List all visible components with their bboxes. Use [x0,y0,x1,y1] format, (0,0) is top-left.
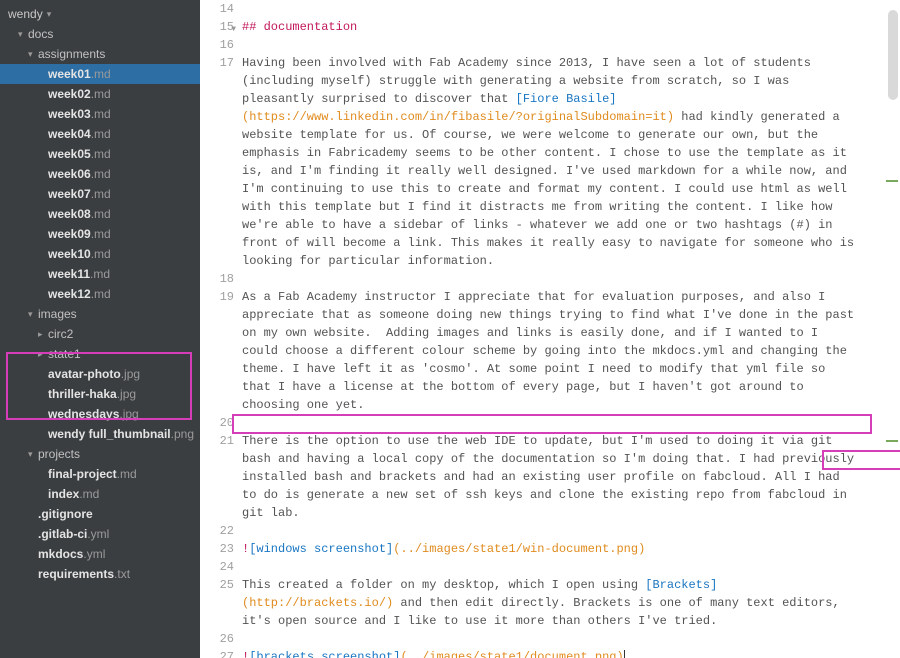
code-line-16[interactable] [242,36,860,54]
line-number: 26 [200,630,234,648]
sidebar-file-week07.md[interactable]: week07.md [0,184,200,204]
code-line-22[interactable] [242,522,860,540]
line-number-gutter: 1415▼16171819202122232425262728293031▼32… [200,0,242,658]
scroll-thumb[interactable] [888,10,898,100]
code-line-19[interactable]: As a Fab Academy instructor I appreciate… [242,288,860,414]
chevron-down-icon: ▾ [28,449,38,460]
code-editor[interactable]: 1415▼16171819202122232425262728293031▼32… [200,0,900,658]
sidebar-file-week04.md[interactable]: week04.md [0,124,200,144]
line-number: 24 [200,558,234,576]
code-line-27[interactable]: ![brackets screenshot](../images/state1/… [242,648,860,658]
sidebar-file-week02.md[interactable]: week02.md [0,84,200,104]
code-line-24[interactable] [242,558,860,576]
chevron-down-icon: ▾ [47,9,57,20]
line-number: 16 [200,36,234,54]
line-number: 20 [200,414,234,432]
editor-scrollbar[interactable] [886,0,898,658]
line-number: 22 [200,522,234,540]
sidebar-file-week10.md[interactable]: week10.md [0,244,200,264]
line-number: 21 [200,432,234,522]
sidebar-folder-images[interactable]: ▾images [0,304,200,324]
chevron-down-icon: ▾ [28,309,38,320]
file-tree-sidebar[interactable]: wendy ▾ ▾docs▾assignmentsweek01.mdweek02… [0,0,200,658]
code-line-21[interactable]: There is the option to use the web IDE t… [242,432,860,522]
annotation-box-sidebar [6,352,192,420]
scroll-tickmark [886,440,898,442]
sidebar-file-wendy full_thumbnail.png[interactable]: wendy full_thumbnail.png [0,424,200,444]
sidebar-file-week09.md[interactable]: week09.md [0,224,200,244]
sidebar-file-week08.md[interactable]: week08.md [0,204,200,224]
sidebar-file-week12.md[interactable]: week12.md [0,284,200,304]
code-line-26[interactable] [242,630,860,648]
sidebar-folder-projects[interactable]: ▾projects [0,444,200,464]
chevron-down-icon: ▾ [18,29,28,40]
sidebar-file-index.md[interactable]: index.md [0,484,200,504]
sidebar-folder-assignments[interactable]: ▾assignments [0,44,200,64]
sidebar-file-requirements.txt[interactable]: requirements.txt [0,564,200,584]
chevron-right-icon: ▸ [38,329,48,340]
code-line-23[interactable]: ![windows screenshot](../images/state1/w… [242,540,860,558]
sidebar-file-week06.md[interactable]: week06.md [0,164,200,184]
sidebar-file-week01.md[interactable]: week01.md [0,64,200,84]
code-area[interactable]: ## documentation Having been involved wit… [242,0,900,658]
line-number: 14 [200,0,234,18]
code-line-25[interactable]: This created a folder on my desktop, whi… [242,576,860,630]
code-line-14[interactable] [242,0,860,18]
line-number: 25 [200,576,234,630]
line-number: 15▼ [200,18,234,36]
code-line-15[interactable]: ## documentation [242,18,860,36]
code-line-20[interactable] [242,414,860,432]
sidebar-file-final-project.md[interactable]: final-project.md [0,464,200,484]
chevron-down-icon: ▾ [28,49,38,60]
sidebar-folder-docs[interactable]: ▾docs [0,24,200,44]
sidebar-file-.gitlab-ci.yml[interactable]: .gitlab-ci.yml [0,524,200,544]
line-number: 23 [200,540,234,558]
line-number: 19 [200,288,234,414]
line-number: 18 [200,270,234,288]
sidebar-file-week05.md[interactable]: week05.md [0,144,200,164]
code-line-17[interactable]: Having been involved with Fab Academy si… [242,54,860,270]
sidebar-file-week03.md[interactable]: week03.md [0,104,200,124]
code-line-18[interactable] [242,270,860,288]
line-number: 27 [200,648,234,658]
scroll-tickmark [886,180,898,182]
sidebar-file-mkdocs.yml[interactable]: mkdocs.yml [0,544,200,564]
sidebar-root[interactable]: wendy ▾ [0,4,200,24]
sidebar-file-.gitignore[interactable]: .gitignore [0,504,200,524]
line-number: 17 [200,54,234,270]
sidebar-file-week11.md[interactable]: week11.md [0,264,200,284]
sidebar-folder-circ2[interactable]: ▸circ2 [0,324,200,344]
